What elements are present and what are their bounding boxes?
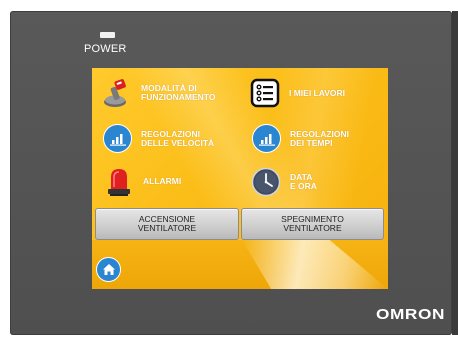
bar-chart-icon: [103, 124, 132, 153]
home-button[interactable]: [96, 257, 121, 282]
menu-time-settings[interactable]: REGOLAZIONI DEI TEMPI: [252, 124, 349, 153]
alarm-beacon-icon: [104, 166, 134, 196]
menu-label: REGOLAZIONI DELLE VELOCITÀ: [141, 128, 215, 148]
fan-off-button[interactable]: SPEGNIMENTO VENTILATORE: [241, 208, 384, 240]
joystick-icon: [102, 78, 132, 108]
fan-on-button[interactable]: ACCENSIONE VENTILATORE: [95, 208, 239, 240]
power-label: POWER: [84, 43, 127, 55]
list-icon: [250, 78, 280, 108]
menu-speed-settings[interactable]: REGOLAZIONI DELLE VELOCITÀ: [103, 124, 214, 153]
menu-label: MODALITÀ DI FUNZIONAMENTO: [141, 83, 216, 102]
menu-alarms[interactable]: ALLARMI: [104, 166, 181, 196]
menu-label: DATA E ORA: [290, 172, 317, 191]
menu-label: REGOLAZIONI DEI TEMPI: [290, 128, 350, 148]
power-led: [100, 32, 115, 38]
touch-screen: MODALITÀ DI FUNZIONAMENTO I MIEI LAVORI: [92, 68, 388, 289]
bar-chart-icon: [252, 124, 281, 153]
menu-my-jobs[interactable]: I MIEI LAVORI: [250, 78, 345, 108]
home-icon: [102, 263, 116, 276]
bezel-side-edge: [452, 11, 458, 335]
menu-label: I MIEI LAVORI: [289, 87, 346, 98]
clock-icon: [251, 167, 281, 197]
omron-logo: OMRON: [376, 306, 445, 323]
menu-date-time[interactable]: DATA E ORA: [251, 167, 317, 197]
menu-operating-mode[interactable]: MODALITÀ DI FUNZIONAMENTO: [102, 78, 215, 108]
menu-label: ALLARMI: [143, 175, 182, 186]
